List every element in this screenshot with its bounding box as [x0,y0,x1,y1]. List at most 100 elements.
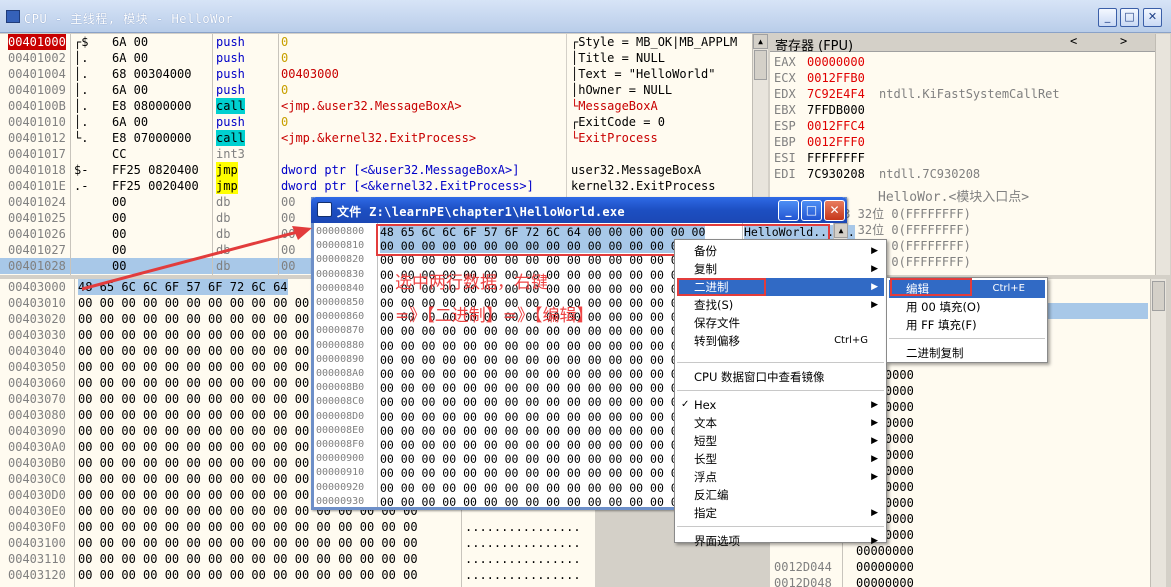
menu-item-label: 编辑 [906,282,929,296]
file-hex-bytes: 48 65 6C 6C 6F 57 6F 72 6C 64 00 00 00 0… [380,225,706,239]
register-row[interactable]: EAX 00000000 [774,54,1154,70]
register-value[interactable]: 7C930208 [807,166,865,182]
dump-row[interactable]: 004030F0 00 00 00 00 00 00 00 00 00 00 00… [0,519,595,535]
submenu-item[interactable]: 二进制复制 [889,344,1045,362]
context-menu-item[interactable]: ✓ Hex ▶ [677,396,884,414]
register-value[interactable]: 0012FFF0 [807,134,865,150]
close-button[interactable]: ✕ [1143,8,1162,27]
disasm-row[interactable]: 00401000 ┌$ 6A 00 push 0 [0,34,566,50]
file-window-titlebar[interactable]: 文件 Z:\learnPE\chapter1\HelloWorld.exe _ … [311,197,847,223]
reg-nav-right[interactable]: > [1120,34,1127,48]
stack-row[interactable]: 0012D048 00000000 [770,575,1148,587]
context-menu-item[interactable]: 短型 ▶ [677,432,884,450]
dump-address: 00403030 [8,328,66,342]
context-menu-item[interactable]: 长型 ▶ [677,450,884,468]
submenu-item[interactable]: 用 FF 填充(F) [889,316,1045,334]
comment-row: ┌ExitCode = 0 [571,115,665,129]
context-menu-item[interactable]: CPU 数据窗口中查看镜像 [677,368,884,386]
register-value[interactable]: 7C92E4F4 [807,86,865,102]
context-menu-item[interactable]: 查找(S) ▶ [677,296,884,314]
disasm-mark: └. [74,131,89,145]
disasm-row[interactable]: 00401009 │. 6A 00 push 0 [0,82,566,98]
register-name: ESP [774,119,796,133]
file-hex-bytes: 00 00 00 00 00 00 00 00 00 00 00 00 00 0… [380,324,706,339]
stack-row[interactable]: 0012D044 00000000 [770,559,1148,575]
file-hex-row[interactable]: 00000800 48 65 6C 6C 6F 57 6F 72 6C 64 00… [314,225,855,239]
minimize-button[interactable]: _ [1098,8,1117,27]
chevron-right-icon: ▶ [871,282,878,292]
disasm-row[interactable]: 00401017 CC int3 [0,146,566,162]
disasm-row[interactable]: 00401002 │. 6A 00 push 0 [0,50,566,66]
disasm-opcode: call [216,130,245,146]
context-menu-item[interactable]: 备份 ▶ [677,242,884,260]
register-value[interactable]: 00000000 [807,54,865,70]
annotation-line-1: 选中两行数据，右键 [395,273,548,293]
scroll-up-arrow[interactable]: ▲ [753,34,768,49]
disasm-row[interactable]: 00401010 │. 6A 00 push 0 [0,114,566,130]
maximize-button[interactable]: □ [1120,8,1139,27]
menu-item-label: 用 FF 填充(F) [906,318,977,332]
stack-scroll-thumb[interactable] [1152,281,1165,311]
menu-item-label: 复制 [694,262,717,276]
reg-nav-left[interactable]: < [1070,34,1077,48]
register-value[interactable]: 7FFDB000 [807,102,865,118]
context-menu-item[interactable]: 文本 ▶ [677,414,884,432]
context-menu-item[interactable]: 复制 ▶ [677,260,884,278]
file-offset: 00000800 [316,226,365,237]
disasm-row[interactable]: 00401004 │. 68 00304000 push 00403000 [0,66,566,82]
context-menu-item[interactable]: 二进制 ▶ [677,278,884,296]
register-row[interactable]: ESI FFFFFFFF [774,150,1154,166]
dump-address: 00403060 [8,376,66,390]
menu-item-label: 备份 [694,244,717,258]
dump-hex: 00 00 00 00 00 00 00 00 00 00 00 00 00 0… [78,520,418,534]
binary-submenu[interactable]: 编辑 Ctrl+E 用 00 填充(O) 用 FF 填充(F) 二进制复制 [886,277,1048,363]
file-maximize-button[interactable]: □ [801,200,822,221]
disasm-bytes: 6A 00 [112,35,149,49]
disasm-row[interactable]: 0040101E .- FF25 0020400 jmp dword ptr [<&ke… [0,178,566,194]
file-minimize-button[interactable]: _ [778,200,799,221]
file-hex-bytes: 00 00 00 00 00 00 00 00 00 00 00 00 00 0… [380,452,706,467]
submenu-item[interactable]: 编辑 Ctrl+E [889,280,1045,298]
context-menu-item[interactable]: 界面选项 ▶ [677,532,884,550]
register-row[interactable]: ESP 0012FFC4 [774,118,1154,134]
file-offset: 00000830 [316,268,365,280]
context-menu-item[interactable]: 反汇编 [677,486,884,504]
disasm-opcode: db [216,243,231,257]
dump-address: 00403050 [8,360,66,374]
register-value[interactable]: 0012FFC4 [807,118,865,134]
file-window-title: 文件 Z:\learnPE\chapter1\HelloWorld.exe [337,205,625,219]
register-note: ntdll.7C930208 [879,167,981,181]
register-row[interactable]: EBP 0012FFF0 [774,134,1154,150]
dump-row[interactable]: 00403100 00 00 00 00 00 00 00 00 00 00 00… [0,535,595,551]
register-row[interactable]: ECX 0012FFB0 [774,70,1154,86]
menu-item-label: 短型 [694,434,717,448]
file-scroll-up[interactable]: ▲ [834,223,848,238]
context-menu-item[interactable]: 浮点 ▶ [677,468,884,486]
file-close-button[interactable]: ✕ [824,200,845,221]
context-menu-item[interactable]: 转到偏移 Ctrl+G [677,332,884,350]
dump-row[interactable]: 00403110 00 00 00 00 00 00 00 00 00 00 00… [0,551,595,567]
disasm-row[interactable]: 00401018 $- FF25 0820400 jmp dword ptr [<&us… [0,162,566,178]
file-offset: 000008F0 [316,439,365,450]
dump-address: 00403070 [8,392,66,406]
stack-scrollbar[interactable] [1150,279,1166,587]
register-row[interactable]: EDI 7C930208 ntdll.7C930208 [774,166,1154,182]
context-menu-item[interactable]: 指定 ▶ [677,504,884,522]
disasm-opcode: db [216,195,231,209]
registers-scrollbar[interactable] [1155,34,1170,275]
file-hex-bytes: 00 00 00 00 00 00 00 00 00 00 00 00 00 0… [380,239,706,254]
register-value[interactable]: FFFFFFFF [807,150,865,166]
register-name: ECX [774,71,796,85]
context-menu[interactable]: 备份 ▶ 复制 ▶ 二进制 ▶ 查找(S) ▶ 保存文件 转到偏移 Ctrl+G CPU 数据窗口中查… [674,239,887,548]
register-row[interactable]: EDX 7C92E4F4 ntdll.KiFastSystemCallRet [774,86,1154,102]
register-value[interactable]: 0012FFB0 [807,70,865,86]
disasm-operand: dword ptr [<&kernel32.ExitProcess>] [281,179,534,193]
main-titlebar[interactable]: CPU - 主线程, 模块 - HelloWor _ □ ✕ [0,0,1171,33]
disasm-row[interactable]: 0040100B │. E8 08000000 call <jmp.&user32.Me… [0,98,566,114]
dump-row[interactable]: 00403120 00 00 00 00 00 00 00 00 00 00 00… [0,567,595,583]
disasm-row[interactable]: 00401012 └. E8 07000000 call <jmp.&kernel32.… [0,130,566,146]
scroll-thumb[interactable] [754,50,767,80]
submenu-item[interactable]: 用 00 填充(O) [889,298,1045,316]
context-menu-item[interactable]: 保存文件 [677,314,884,332]
register-row[interactable]: EBX 7FFDB000 [774,102,1154,118]
